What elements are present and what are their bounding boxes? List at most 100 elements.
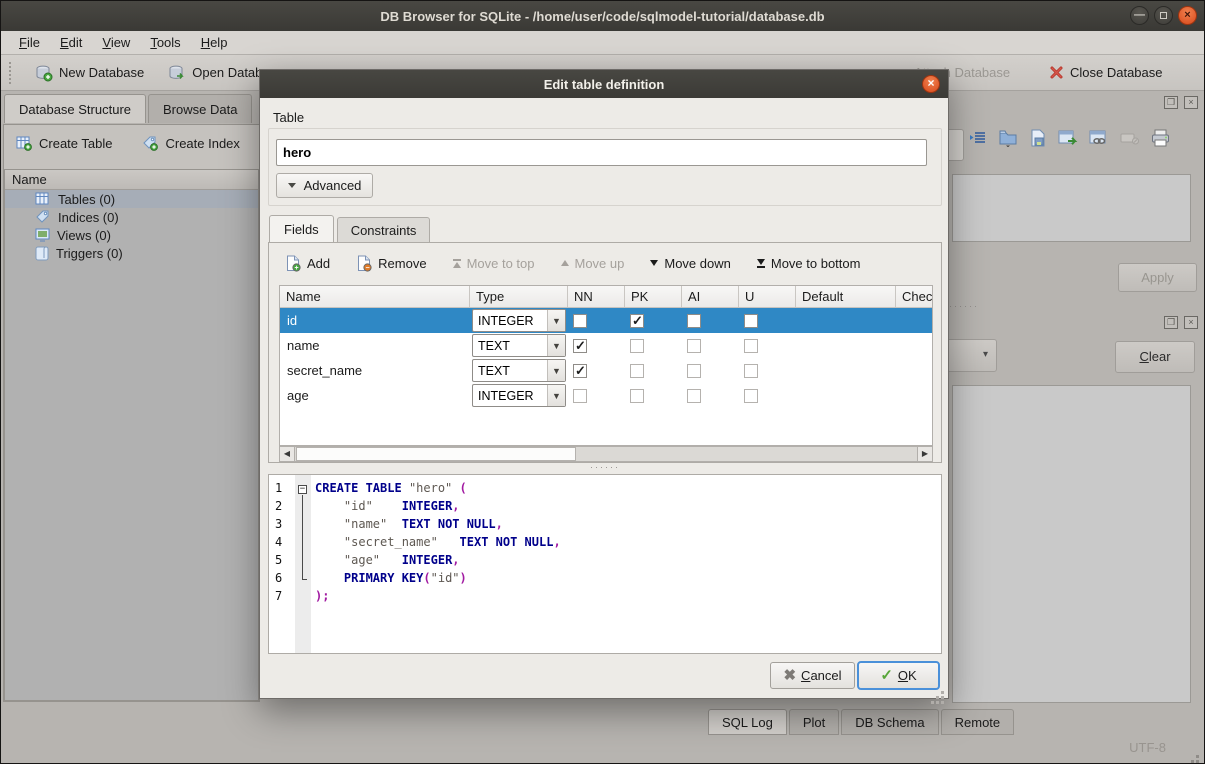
type-combobox[interactable]: TEXT▼ <box>472 359 566 382</box>
move-down-button[interactable]: Move down <box>650 256 730 271</box>
dialog-splitter-handle[interactable]: ······ <box>590 462 620 472</box>
sql-fold-margin: − <box>295 475 311 653</box>
checkbox-ai[interactable] <box>687 389 701 403</box>
tab-plot[interactable]: Plot <box>789 709 839 735</box>
sql-log-area[interactable] <box>952 385 1191 703</box>
checkbox-nn[interactable] <box>573 314 587 328</box>
type-combobox[interactable]: TEXT▼ <box>472 334 566 357</box>
menu-help[interactable]: Help <box>191 32 238 53</box>
sql-code: CREATE TABLE "hero" ( "id" INTEGER, "nam… <box>311 475 941 653</box>
checkbox-nn[interactable] <box>573 389 587 403</box>
dock-float-icon[interactable]: ❐ <box>1164 96 1178 109</box>
create-table-button[interactable]: Create Table <box>16 135 112 151</box>
clear-button[interactable]: Clear <box>1115 341 1195 373</box>
add-field-button[interactable]: + Add <box>285 255 330 272</box>
set-null-icon[interactable] <box>1120 131 1140 145</box>
checkbox-ai[interactable] <box>687 364 701 378</box>
close-icon[interactable]: × <box>1178 6 1197 25</box>
field-row-age[interactable]: ageINTEGER▼ <box>280 383 932 408</box>
cell-editor-area[interactable] <box>952 174 1191 242</box>
close-database-button[interactable]: Close Database <box>1049 55 1163 90</box>
tab-sql-log[interactable]: SQL Log <box>708 709 787 735</box>
field-name: id <box>280 313 470 328</box>
type-combobox[interactable]: INTEGER▼ <box>472 384 566 407</box>
column-header-pk[interactable]: PK <box>625 286 682 307</box>
scroll-right-icon[interactable]: ▶ <box>917 447 932 461</box>
new-database-button[interactable]: New Database <box>23 64 156 82</box>
field-row-secret_name[interactable]: secret_nameTEXT▼ <box>280 358 932 383</box>
create-index-button[interactable]: Create Index <box>142 135 239 151</box>
checkbox-u[interactable] <box>744 339 758 353</box>
checkbox-ai[interactable] <box>687 314 701 328</box>
dialog-close-icon[interactable]: × <box>922 75 940 93</box>
export-icon[interactable] <box>1029 129 1047 147</box>
sql-preview[interactable]: 1234567 − CREATE TABLE "hero" ( "id" INT… <box>268 474 942 654</box>
checkbox-nn[interactable] <box>573 364 587 378</box>
dialog-resize-grip[interactable] <box>941 691 944 694</box>
move-up-icon <box>561 260 569 266</box>
dock-close-icon[interactable]: × <box>1184 96 1198 109</box>
maximize-icon[interactable] <box>1154 6 1173 25</box>
fields-table-hscrollbar[interactable]: ◀ ▶ <box>279 446 933 462</box>
menu-view[interactable]: View <box>92 32 140 53</box>
checkbox-u[interactable] <box>744 314 758 328</box>
dock-splitter-handle[interactable]: ······ <box>949 301 979 311</box>
column-header-check[interactable]: Check <box>896 286 933 307</box>
ok-button[interactable]: ✓ OK <box>857 661 940 690</box>
table-name-input[interactable] <box>276 139 927 166</box>
checkbox-u[interactable] <box>744 364 758 378</box>
field-row-name[interactable]: nameTEXT▼ <box>280 333 932 358</box>
checkbox-u[interactable] <box>744 389 758 403</box>
dock-close-icon[interactable]: × <box>1184 316 1198 329</box>
print-icon[interactable] <box>1151 129 1170 147</box>
tab-database-structure[interactable]: Database Structure <box>4 94 146 123</box>
column-header-type[interactable]: Type <box>470 286 568 307</box>
tab-browse-data[interactable]: Browse Data <box>148 94 252 123</box>
tree-item-views[interactable]: Views (0) <box>5 226 258 244</box>
scrollbar-thumb[interactable] <box>296 447 576 461</box>
scroll-left-icon[interactable]: ◀ <box>280 447 295 461</box>
minimize-icon[interactable]: — <box>1130 6 1149 25</box>
column-header-ai[interactable]: AI <box>682 286 739 307</box>
remove-field-button[interactable]: − Remove <box>356 255 426 272</box>
fold-collapse-icon[interactable]: − <box>298 485 307 494</box>
checkbox-ai[interactable] <box>687 339 701 353</box>
indices-icon <box>35 209 51 225</box>
tree-header-name[interactable]: Name <box>5 170 258 190</box>
move-to-bottom-button[interactable]: Move to bottom <box>757 256 861 271</box>
cancel-button[interactable]: ✖ Cancel <box>770 662 855 689</box>
checkbox-nn[interactable] <box>573 339 587 353</box>
field-name: secret_name <box>280 363 470 378</box>
menu-tools[interactable]: Tools <box>140 32 190 53</box>
import-icon[interactable] <box>998 129 1018 147</box>
field-row-id[interactable]: idINTEGER▼ <box>280 308 932 333</box>
tab-remote[interactable]: Remote <box>941 709 1015 735</box>
type-combobox[interactable]: INTEGER▼ <box>472 309 566 332</box>
checkbox-pk[interactable] <box>630 389 644 403</box>
menu-file[interactable]: File <box>9 32 50 53</box>
indent-icon[interactable] <box>969 130 987 146</box>
column-header-u[interactable]: U <box>739 286 796 307</box>
menu-edit[interactable]: Edit <box>50 32 92 53</box>
tab-fields[interactable]: Fields <box>269 215 334 244</box>
tree-item-tables[interactable]: Tables (0) <box>5 190 258 208</box>
toolbar-drag-handle[interactable] <box>9 62 13 84</box>
column-header-nn[interactable]: NN <box>568 286 625 307</box>
tab-constraints[interactable]: Constraints <box>337 217 431 244</box>
advanced-button[interactable]: Advanced <box>276 173 373 198</box>
tab-db-schema[interactable]: DB Schema <box>841 709 938 735</box>
titlebar[interactable]: DB Browser for SQLite - /home/user/code/… <box>1 1 1204 31</box>
dock-float-icon[interactable]: ❐ <box>1164 316 1178 329</box>
tree-item-triggers[interactable]: Triggers (0) <box>5 244 258 262</box>
checkbox-pk[interactable] <box>630 364 644 378</box>
dialog-titlebar[interactable]: Edit table definition × <box>260 70 948 98</box>
window-resize-grip[interactable] <box>1196 755 1199 758</box>
open-window-icon[interactable] <box>1058 130 1078 147</box>
link-window-icon[interactable] <box>1089 130 1109 147</box>
column-header-name[interactable]: Name <box>280 286 470 307</box>
sql-line-numbers: 1234567 <box>269 475 295 653</box>
tree-item-indices[interactable]: Indices (0) <box>5 208 258 226</box>
checkbox-pk[interactable] <box>630 314 644 328</box>
column-header-default[interactable]: Default <box>796 286 896 307</box>
checkbox-pk[interactable] <box>630 339 644 353</box>
